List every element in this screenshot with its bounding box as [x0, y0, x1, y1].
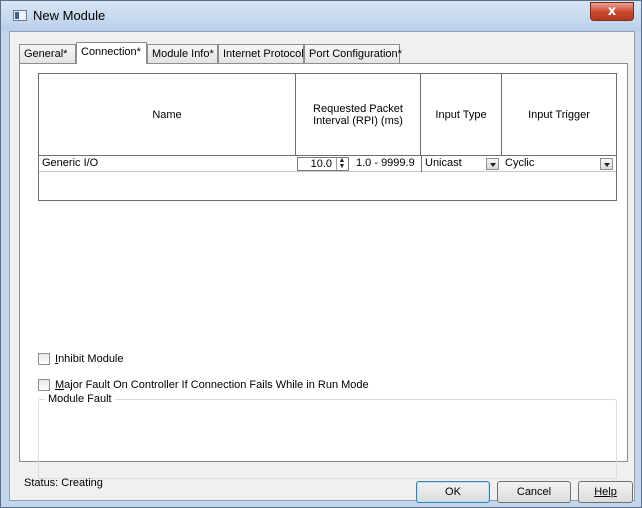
status-text: Status: Creating — [24, 477, 103, 489]
row-name: Generic I/O — [42, 157, 99, 169]
help-button[interactable]: Help — [578, 481, 633, 503]
input-trigger-value: Cyclic — [505, 157, 535, 169]
inhibit-module-checkbox[interactable] — [38, 353, 50, 365]
tab-internet-protocol[interactable]: Internet Protocol* — [218, 44, 308, 63]
major-fault-option[interactable]: Major Fault On Controller If Connection … — [38, 378, 369, 392]
inhibit-module-option[interactable]: Inhibit Module — [38, 352, 124, 366]
dialog-body: General* Connection* Module Info* Intern… — [9, 31, 635, 503]
input-type-value: Unicast — [425, 157, 462, 169]
app-icon — [13, 10, 27, 21]
header-input-type[interactable]: Input Type — [421, 74, 502, 156]
input-trigger-select[interactable]: Cyclic — [502, 156, 616, 172]
header-input-trigger[interactable]: Input Trigger — [502, 74, 616, 156]
header-rpi[interactable]: Requested Packet Interval (RPI) (ms) — [296, 74, 421, 156]
module-fault-group: Module Fault — [38, 393, 617, 479]
module-fault-title: Module Fault — [45, 393, 115, 405]
connection-panel: Name Requested Packet Interval (RPI) (ms… — [19, 63, 628, 479]
title-bar[interactable]: New Module x — [1, 1, 641, 31]
close-button[interactable]: x — [590, 2, 634, 21]
header-name[interactable]: Name — [39, 74, 296, 156]
tab-connection[interactable]: Connection* — [76, 42, 147, 64]
tab-module-info[interactable]: Module Info* — [147, 44, 218, 63]
cancel-button[interactable]: Cancel — [497, 481, 571, 503]
table-row[interactable]: Generic I/O 10.0 ▲ ▼ 1.0 - 9999.9 Unicast… — [39, 156, 616, 172]
inhibit-module-label[interactable]: Inhibit Module — [55, 353, 124, 365]
ok-button[interactable]: OK — [416, 481, 490, 503]
input-trigger-dropdown-icon[interactable] — [600, 158, 613, 170]
tab-general[interactable]: General* — [19, 44, 76, 63]
rpi-input[interactable]: 10.0 ▲ ▼ — [297, 157, 349, 171]
tab-port-configuration[interactable]: Port Configuration* — [304, 44, 402, 63]
major-fault-checkbox[interactable] — [38, 379, 50, 391]
input-type-dropdown-icon[interactable] — [486, 158, 499, 170]
new-module-dialog: New Module x General* Connection* Module… — [0, 0, 642, 508]
connection-grid: Name Requested Packet Interval (RPI) (ms… — [38, 73, 617, 201]
rpi-spinner[interactable]: ▲ ▼ — [336, 157, 347, 170]
major-fault-label[interactable]: Major Fault On Controller If Connection … — [55, 379, 369, 391]
rpi-value: 10.0 — [310, 158, 332, 170]
window-title: New Module — [33, 8, 106, 23]
rpi-range: 1.0 - 9999.9 — [356, 157, 415, 169]
